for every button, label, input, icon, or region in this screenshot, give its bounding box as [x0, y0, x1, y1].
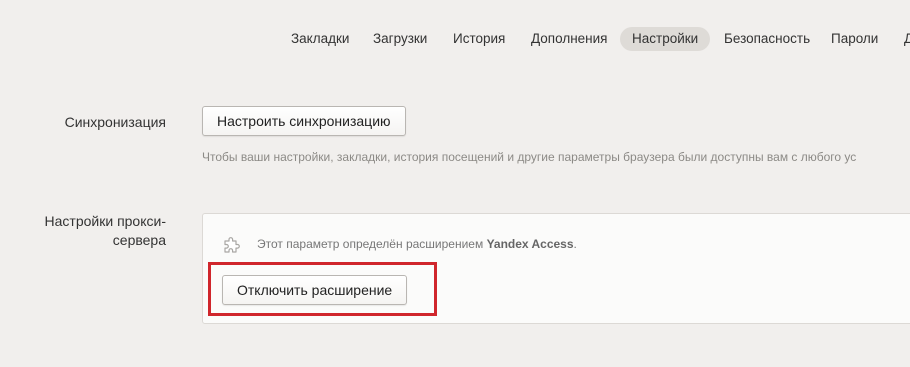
- tab-security[interactable]: Безопасность: [712, 27, 822, 51]
- highlight-annotation: [208, 262, 437, 316]
- tab-history[interactable]: История: [441, 27, 517, 51]
- settings-page: Закладки Загрузки История Дополнения Нас…: [0, 0, 910, 367]
- sync-hint-text: Чтобы ваши настройки, закладки, история …: [202, 150, 857, 164]
- tab-passwords[interactable]: Пароли: [819, 27, 890, 51]
- proxy-section-label: Настройки прокси-сервера: [44, 213, 166, 248]
- configure-sync-button[interactable]: Настроить синхронизацию: [202, 106, 406, 136]
- extension-notice-text: Этот параметр определён расширением: [257, 237, 487, 251]
- tab-bookmarks[interactable]: Закладки: [279, 27, 361, 51]
- puzzle-piece-icon: [222, 235, 242, 255]
- tab-downloads[interactable]: Загрузки: [361, 27, 439, 51]
- tab-settings[interactable]: Настройки: [620, 27, 711, 51]
- extension-notice-suffix: .: [573, 237, 577, 251]
- tab-extensions[interactable]: Дополнения: [519, 27, 619, 51]
- sync-section-label: Синхронизация: [64, 114, 166, 130]
- extension-notice: Этот параметр определён расширением Yand…: [257, 237, 577, 251]
- extension-name: Yandex Access: [486, 237, 574, 251]
- tab-more-truncated[interactable]: Д: [892, 27, 910, 51]
- top-navigation: Закладки Загрузки История Дополнения Нас…: [0, 27, 910, 51]
